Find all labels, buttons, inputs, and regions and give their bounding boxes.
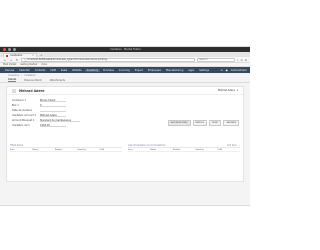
record-image-icon — [12, 88, 16, 93]
column-header[interactable]: UoM — [100, 149, 122, 151]
column-header[interactable]: Item — [128, 149, 150, 151]
form-tabs: Details Previous Stock Attachments — [0, 78, 250, 83]
browser-window: Insidebox - Mozilla Firefox Insidebox × … — [0, 46, 250, 206]
navbar-right: ✉ ● Administrator — [221, 69, 247, 72]
nav-app-inventory[interactable]: Inventory — [84, 68, 101, 72]
field-label: Container 1 — [12, 99, 26, 102]
messages-icon[interactable]: ✉ — [221, 69, 223, 72]
window-controls — [3, 48, 16, 51]
url-bar[interactable]: ⓘ localhost:8069/web#id=1&view_type=form… — [21, 57, 196, 62]
field-value[interactable]: Standard de maintenance — [40, 119, 80, 123]
field-value[interactable]: 0 — [40, 104, 66, 108]
fitted-items-panel: Fitted Items Item Name Product Quantity … — [10, 144, 122, 156]
field-label: Box 1 — [12, 104, 19, 107]
nav-app-invoicing[interactable]: Invoicing — [117, 69, 132, 72]
window-title: Insidebox - Mozilla Firefox — [110, 48, 141, 51]
validate-button[interactable]: VALIDATE — [223, 120, 239, 126]
column-header[interactable]: Name — [32, 149, 54, 151]
item-panels: Fitted Items Item Name Product Quantity … — [10, 144, 240, 156]
chevron-down-icon: ▾ — [236, 89, 238, 92]
field-value[interactable] — [40, 109, 66, 113]
bookmark-item[interactable]: Most Visited — [3, 63, 16, 66]
record-title: Mehrad Adere — [19, 88, 45, 93]
back-icon[interactable]: ← — [3, 58, 7, 62]
nav-app-purchase[interactable]: Purchase — [101, 69, 116, 72]
nav-app-crm[interactable]: CRM — [48, 69, 57, 72]
column-header[interactable]: Quantity — [195, 149, 217, 151]
remove-button[interactable]: REMOVE — [192, 120, 208, 126]
breadcrumb-item[interactable]: Inventory — [8, 74, 19, 77]
field-label: Date de livraison — [12, 109, 33, 112]
reset-button[interactable]: RESET — [209, 120, 222, 126]
field-value[interactable]: Bonus Check — [40, 99, 66, 103]
bookmark-item[interactable]: Getting Started — [20, 63, 37, 66]
new-tab-button[interactable]: + — [37, 53, 46, 57]
nav-app-calendar[interactable]: Calendar — [17, 69, 32, 72]
accommodations-panel: List of Insidebox Accommodations Add ite… — [128, 144, 240, 156]
nav-app-apps[interactable]: Apps — [186, 69, 196, 72]
column-header[interactable]: Product — [55, 149, 77, 151]
panel-title: List of Insidebox Accommodations — [128, 144, 166, 147]
odoo-favicon-icon — [6, 54, 8, 57]
column-header[interactable]: Product — [173, 149, 195, 151]
row-placeholder: · — [10, 153, 11, 155]
activity-icon[interactable]: ● — [226, 69, 228, 72]
bookmark-item[interactable]: Odoo — [41, 63, 47, 66]
add-new-items-button[interactable]: ADD NEW ITEMS — [167, 120, 191, 126]
field-label: Insidebox ref 1 — [12, 124, 30, 127]
url-text[interactable]: localhost:8069/web#id=1&view_type=form&m… — [27, 58, 107, 61]
column-header[interactable]: UoM — [218, 149, 240, 151]
breadcrumb-separator: / — [21, 74, 23, 77]
field-label: Insidebox Account 1 — [12, 114, 37, 117]
add-item-link[interactable]: Add item — [227, 144, 237, 147]
status-label: Mehrad Adere — [218, 89, 235, 92]
nav-app-project[interactable]: Project — [133, 69, 145, 72]
action-buttons: ADD NEW ITEMS REMOVE RESET VALIDATE — [167, 120, 239, 126]
form-header: Mehrad Adere Mehrad Adere ▾ — [7, 87, 243, 95]
nav-app-sales[interactable]: Sales — [59, 69, 69, 72]
nav-app-settings[interactable]: Settings — [197, 69, 211, 72]
tab-details[interactable]: Details — [8, 78, 17, 82]
column-header[interactable]: Name — [150, 149, 172, 151]
search-input[interactable] — [199, 58, 234, 61]
download-icon[interactable]: ⤓ — [237, 58, 238, 62]
nav-app-contacts[interactable]: Contacts — [33, 69, 48, 72]
form-sheet: Mehrad Adere Mehrad Adere ▾ Container 1 … — [6, 86, 244, 182]
breadcrumb-item: Insidebox — [24, 74, 36, 77]
forward-icon[interactable]: → — [9, 58, 13, 62]
reload-icon[interactable]: ↻ — [15, 58, 19, 62]
tab-previous-stock[interactable]: Previous Stock — [24, 79, 41, 82]
nav-app-manufacturing[interactable]: Manufacturing — [164, 69, 185, 72]
column-header[interactable]: Item — [10, 149, 32, 151]
user-menu[interactable]: Administrator — [231, 69, 247, 72]
browser-tab[interactable]: Insidebox × — [3, 53, 37, 57]
minimize-window-icon[interactable] — [8, 48, 11, 51]
table-row[interactable]: · — [128, 152, 240, 156]
column-header[interactable]: Quantity — [77, 149, 99, 151]
tab-close-icon[interactable]: × — [32, 54, 34, 57]
field-value[interactable]: 1994.20 — [40, 124, 66, 128]
search-bar[interactable] — [197, 57, 236, 62]
search-icon[interactable]: ⌕ — [239, 144, 240, 147]
nav-app-website[interactable]: Website — [70, 69, 84, 72]
table-row[interactable]: · — [10, 152, 122, 156]
tab-attachments[interactable]: Attachments — [50, 79, 65, 82]
nav-app-employees[interactable]: Employees — [146, 69, 163, 72]
nav-app-discuss[interactable]: Discuss — [3, 69, 16, 72]
status-selector[interactable]: Mehrad Adere ▾ — [218, 89, 238, 92]
field-value[interactable]: Mehrad Adere — [40, 114, 66, 118]
menu-icon[interactable]: ≡ — [244, 58, 247, 62]
home-icon[interactable]: ⌂ — [241, 58, 243, 62]
close-window-icon[interactable] — [3, 48, 6, 51]
info-icon[interactable]: ⓘ — [24, 58, 26, 62]
row-placeholder: · — [128, 153, 129, 155]
panel-title: Fitted Items — [10, 144, 23, 147]
field-label: Amount Bouquet 1 — [12, 119, 35, 122]
